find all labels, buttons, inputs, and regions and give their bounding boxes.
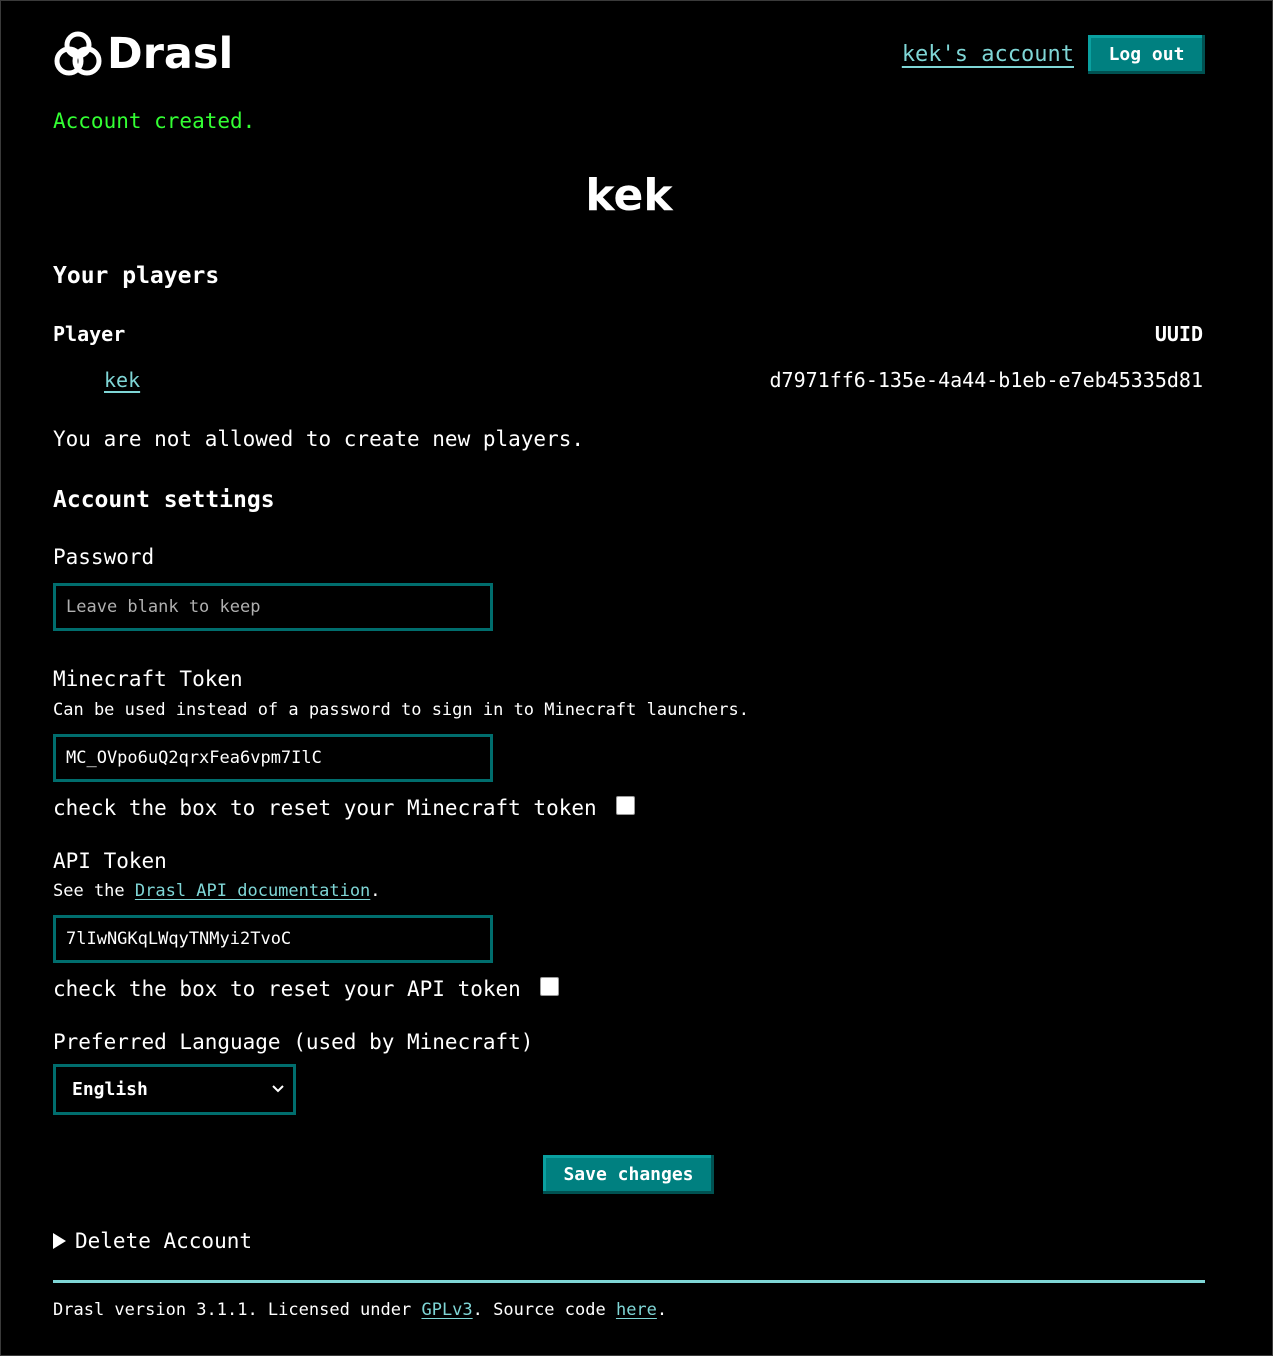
players-heading: Your players [53, 263, 220, 289]
api-token-reset-checkbox[interactable] [539, 976, 559, 996]
api-documentation-link[interactable]: Drasl API documentation [135, 881, 370, 901]
player-link[interactable]: kek [104, 368, 140, 392]
players-notice: You are not allowed to create new player… [53, 427, 585, 451]
page-title: kek [585, 170, 673, 221]
minecraft-token-description: Can be used instead of a password to sig… [53, 700, 749, 720]
logo[interactable]: Drasl [53, 30, 233, 78]
settings-heading: Account settings [53, 487, 275, 513]
header: Drasl kek's account Log out [53, 30, 1205, 80]
minecraft-token-reset-label: check the box to reset your Minecraft to… [53, 796, 597, 820]
api-token-reset-label: check the box to reset your API token [53, 977, 521, 1001]
disclosure-triangle-icon [53, 1233, 66, 1249]
account-link[interactable]: kek's account [902, 42, 1074, 67]
source-code-link[interactable]: here [616, 1300, 657, 1320]
flash-message: Account created. [53, 109, 256, 133]
drasl-logo-icon [54, 31, 102, 76]
footer-prefix: Drasl version 3.1.1. Licensed under [53, 1300, 422, 1320]
api-token-description: See the Drasl API documentation. [53, 881, 381, 901]
language-label: Preferred Language (used by Minecraft) [53, 1030, 534, 1054]
delete-account-label: Delete Account [75, 1229, 253, 1253]
footer-divider [53, 1280, 1205, 1283]
language-selected-value: English [72, 1079, 148, 1100]
footer-middle: . Source code [472, 1300, 616, 1320]
save-button[interactable]: Save changes [543, 1155, 714, 1194]
api-token-description-prefix: See the [53, 881, 135, 901]
minecraft-token-reset-row: check the box to reset your Minecraft to… [53, 795, 635, 820]
footer: Drasl version 3.1.1. Licensed under GPLv… [53, 1300, 667, 1320]
language-select[interactable]: English [53, 1064, 296, 1115]
delete-account-toggle[interactable]: Delete Account [53, 1229, 252, 1253]
minecraft-token-reset-checkbox[interactable] [615, 795, 635, 815]
password-input[interactable] [53, 583, 493, 631]
column-header-uuid: UUID [1154, 322, 1203, 346]
chevron-down-icon [272, 1085, 284, 1093]
minecraft-token-label: Minecraft Token [53, 667, 243, 691]
header-actions: kek's account Log out [902, 35, 1205, 74]
footer-suffix: . [656, 1300, 668, 1320]
api-token-description-suffix: . [370, 881, 381, 901]
password-label: Password [53, 545, 155, 569]
app-name: Drasl [107, 29, 234, 79]
player-uuid: d7971ff6-135e-4a44-b1eb-e7eb45335d81 [769, 368, 1203, 392]
column-header-player: Player [53, 322, 126, 346]
license-link[interactable]: GPLv3 [421, 1300, 472, 1320]
logout-button[interactable]: Log out [1088, 35, 1205, 74]
minecraft-token-input[interactable] [53, 734, 493, 782]
api-token-reset-row: check the box to reset your API token [53, 976, 559, 1001]
api-token-input[interactable] [53, 915, 493, 963]
api-token-label: API Token [53, 849, 167, 873]
